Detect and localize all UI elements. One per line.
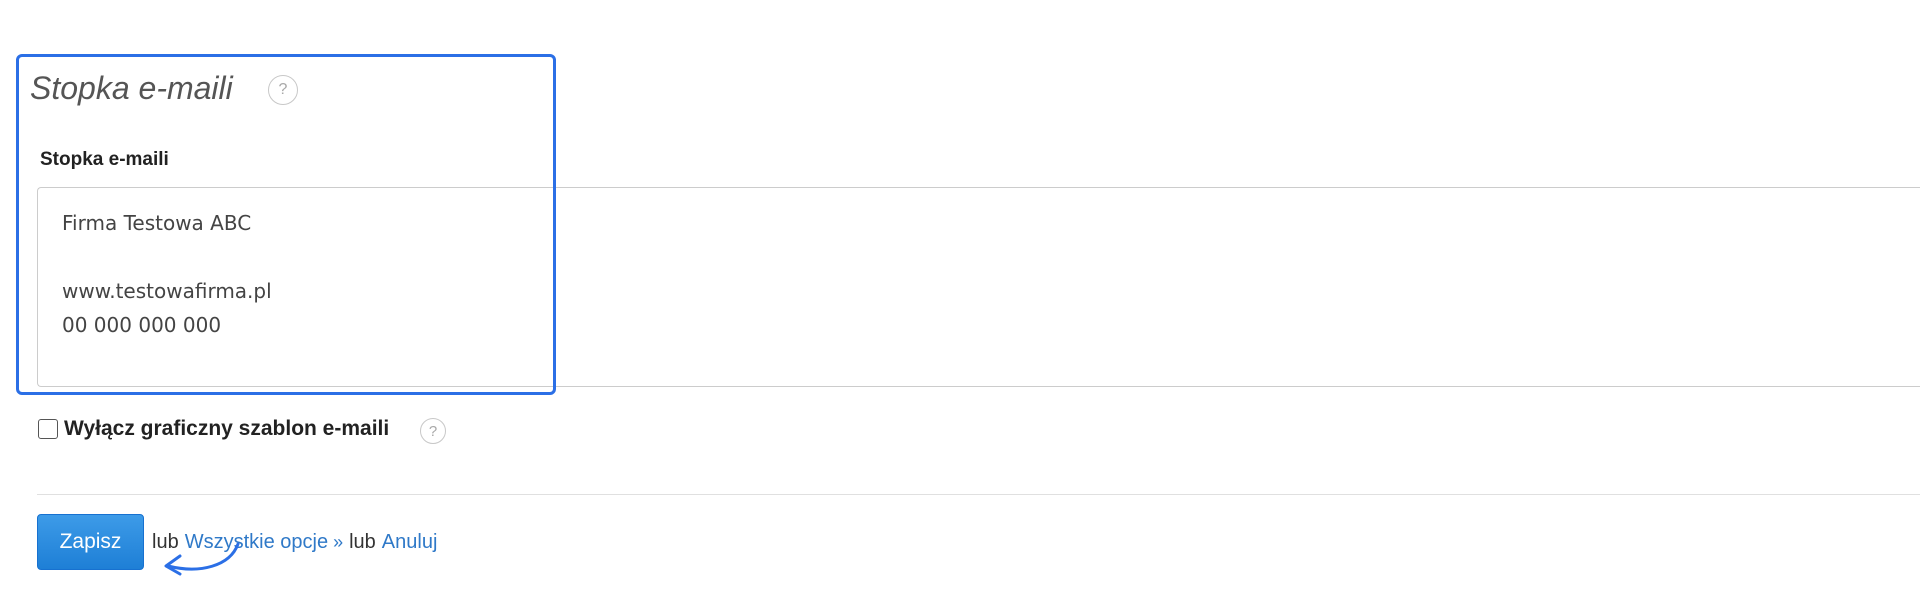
disable-template-label[interactable]: Wyłącz graficzny szablon e-maili: [64, 417, 389, 441]
section-title: Stopka e-maili: [30, 70, 233, 106]
disable-template-checkbox[interactable]: [38, 419, 58, 439]
all-options-link[interactable]: Wszystkie opcje: [185, 531, 328, 554]
raquo-icon: »: [333, 531, 344, 552]
or-text: lub: [349, 530, 376, 553]
email-footer-settings-page: Stopka e-maili ? Stopka e-maili Firma Te…: [0, 0, 1920, 590]
email-footer-textarea[interactable]: Firma Testowa ABC www.testowafirma.pl 00…: [37, 187, 1920, 387]
disable-template-option: Wyłącz graficzny szablon e-maili: [38, 414, 389, 444]
help-icon[interactable]: ?: [420, 418, 446, 444]
save-button[interactable]: Zapisz: [37, 514, 144, 570]
or-text: lub: [152, 530, 179, 553]
footer-field-label: Stopka e-maili: [40, 149, 169, 170]
form-actions: Zapisz lub Wszystkie opcje » lub Anuluj: [37, 514, 437, 570]
divider: [37, 494, 1920, 495]
cancel-link[interactable]: Anuluj: [382, 531, 438, 554]
help-icon[interactable]: ?: [268, 75, 298, 105]
